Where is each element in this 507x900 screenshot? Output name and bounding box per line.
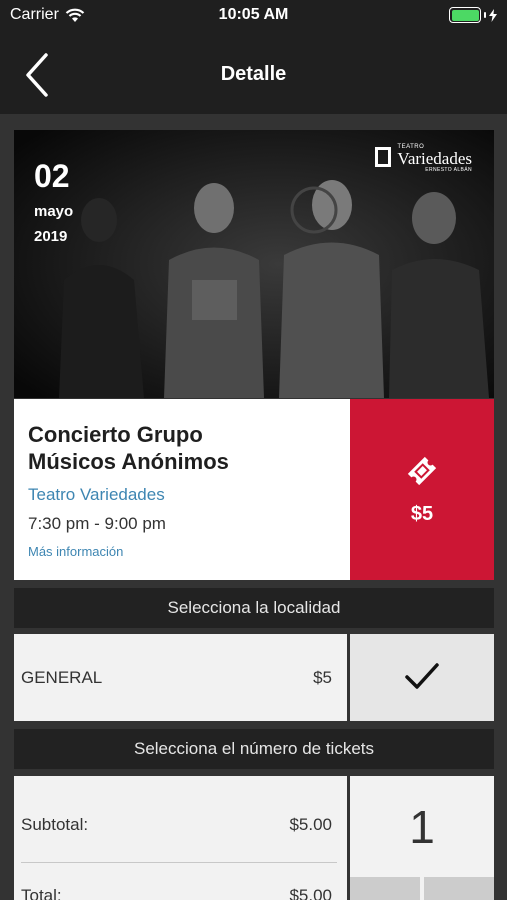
price-button[interactable]: $5 — [350, 399, 494, 580]
locality-section-header: Selecciona la localidad — [14, 588, 494, 628]
totals-divider — [21, 862, 337, 863]
battery-icon — [449, 7, 497, 23]
subtotal-value: $5.00 — [289, 815, 332, 834]
more-info-link[interactable]: Más información — [28, 544, 123, 559]
logo-mark-icon — [375, 147, 392, 167]
quantity-value: 1 — [409, 801, 435, 853]
locality-option-general[interactable]: GENERAL $5 — [14, 634, 347, 721]
event-price: $5 — [410, 503, 434, 525]
navigation-bar: Detalle — [0, 30, 507, 114]
event-banner-image: 02 mayo 2019 TEATRO Variedades ERNESTO A… — [14, 130, 494, 398]
date-year: 2019 — [34, 228, 68, 245]
ticket-icon — [407, 456, 437, 486]
event-venue: Teatro Variedades — [28, 485, 165, 504]
total-label: Total: — [21, 886, 62, 900]
logo-name: Variedades — [397, 149, 472, 168]
tickets-section-header: Selecciona el número de tickets — [14, 729, 494, 769]
total-value: $5.00 — [289, 886, 332, 900]
status-bar: Carrier 10:05 AM — [0, 0, 507, 30]
event-title: Concierto Grupo Músicos Anónimos — [28, 422, 229, 474]
event-info-card: Concierto Grupo Músicos Anónimos Teatro … — [14, 399, 350, 580]
event-time: 7:30 pm - 9:00 pm — [28, 514, 166, 533]
checkmark-icon — [405, 663, 439, 689]
locality-select-checkbox[interactable] — [350, 634, 494, 721]
charging-bolt-icon — [489, 8, 497, 22]
order-totals: Subtotal: $5.00 Total: $5.00 — [14, 776, 347, 900]
locality-price: $5 — [313, 668, 332, 687]
quantity-decrease-button[interactable] — [350, 877, 420, 900]
date-day: 02 — [34, 158, 70, 194]
ticket-quantity: 1 — [350, 776, 494, 900]
date-month: mayo — [34, 203, 74, 220]
venue-logo: TEATRO Variedades ERNESTO ALBÁN — [375, 144, 472, 173]
quantity-increase-button[interactable] — [424, 877, 494, 900]
page-title: Detalle — [220, 63, 287, 85]
locality-name: GENERAL — [21, 668, 103, 687]
logo-subtext: ERNESTO ALBÁN — [425, 167, 472, 173]
event-date: 02 mayo 2019 — [34, 158, 73, 245]
status-time: 10:05 AM — [218, 6, 289, 23]
subtotal-label: Subtotal: — [21, 815, 89, 834]
